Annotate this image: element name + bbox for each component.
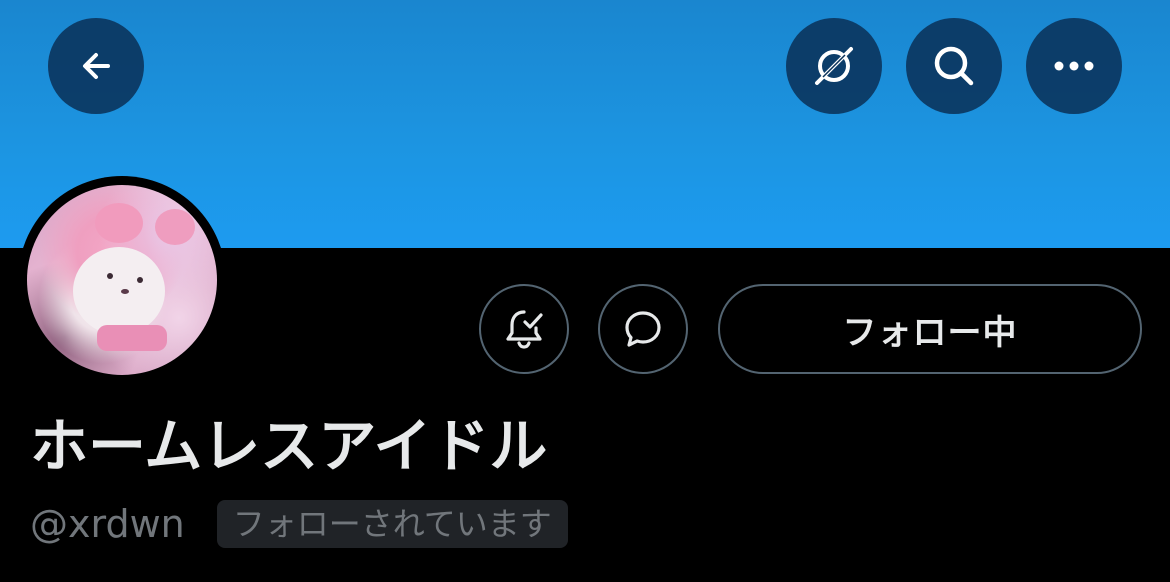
bell-check-icon	[506, 310, 543, 349]
more-icon	[1054, 61, 1094, 71]
avatar[interactable]	[27, 185, 217, 375]
username-handle: @xrdwn	[30, 502, 185, 546]
follows-you-badge: フォローされています	[216, 500, 568, 548]
back-arrow-icon	[83, 53, 110, 79]
avatar-art	[95, 203, 143, 243]
explore-icon	[815, 47, 853, 85]
back-button[interactable]	[48, 18, 144, 114]
following-button[interactable]: フォロー中	[718, 284, 1142, 374]
avatar-art	[73, 247, 165, 335]
more-button[interactable]	[1026, 18, 1122, 114]
avatar-art	[97, 325, 167, 351]
profile-page: フォロー中 ホームレスアイドル @xrdwn フォローされています	[0, 0, 1170, 582]
avatar-art	[137, 277, 143, 283]
avatar-art	[107, 273, 113, 279]
display-name: ホームレスアイドル	[30, 412, 548, 480]
notifications-button[interactable]	[479, 284, 569, 374]
avatar-art	[121, 289, 129, 294]
avatar-art	[155, 209, 195, 245]
search-button[interactable]	[906, 18, 1002, 114]
message-bubble-icon	[625, 311, 661, 347]
search-icon	[934, 46, 974, 86]
explore-button[interactable]	[786, 18, 882, 114]
message-button[interactable]	[598, 284, 688, 374]
handle-row: @xrdwn フォローされています	[30, 500, 568, 548]
